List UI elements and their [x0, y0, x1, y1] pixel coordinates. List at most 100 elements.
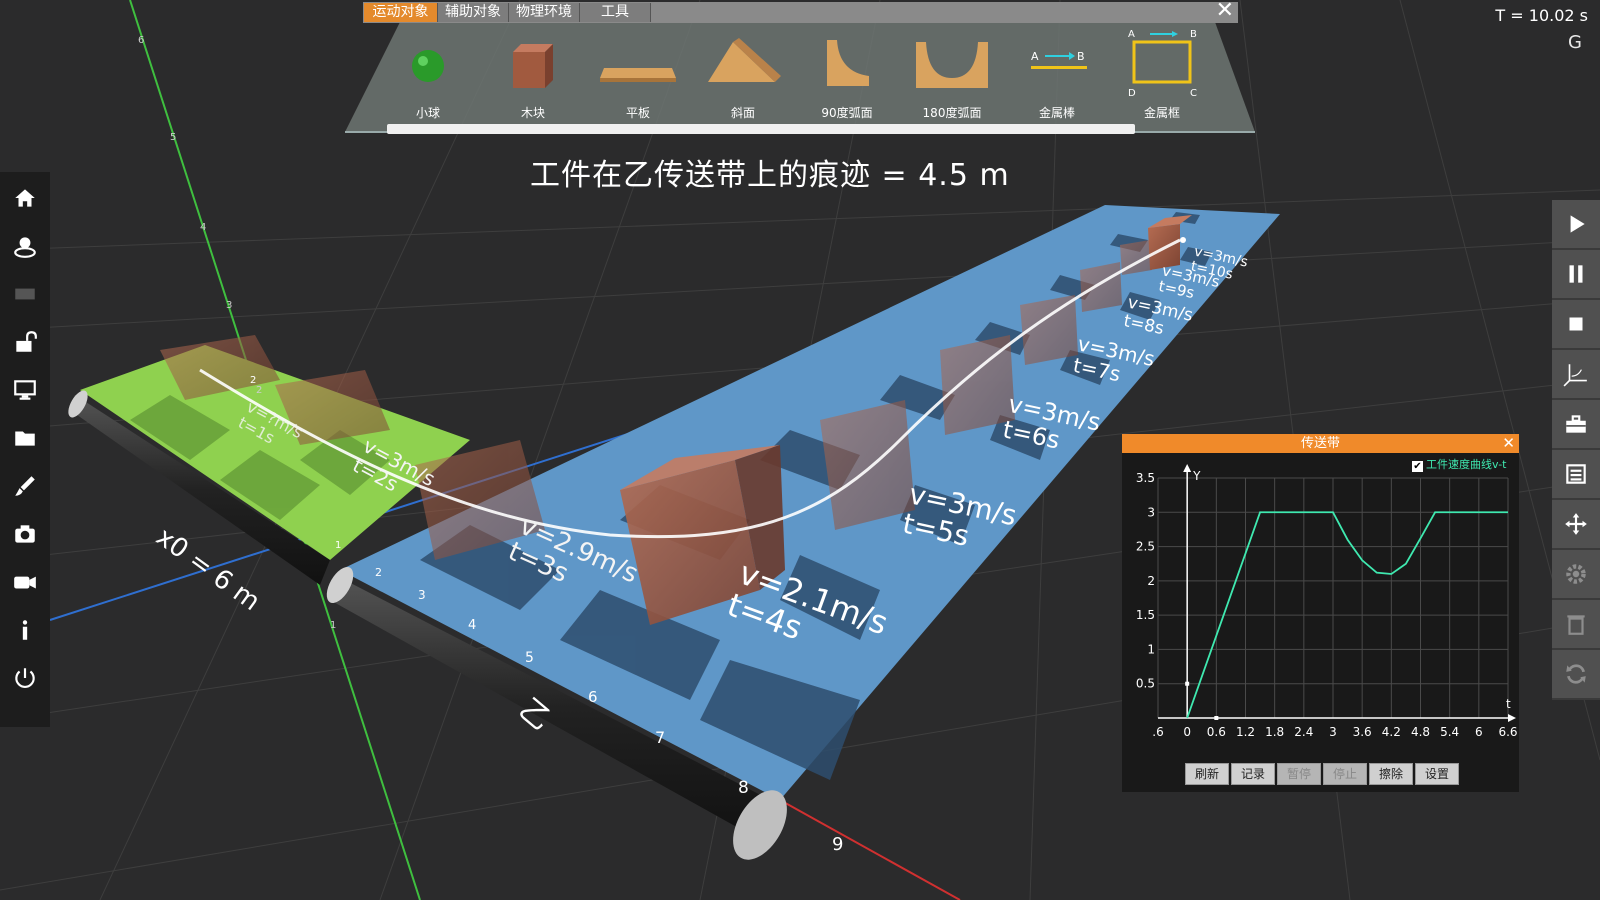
- monitor-icon: [14, 380, 36, 400]
- folder-button[interactable]: [0, 414, 50, 462]
- toolbox-button[interactable]: [1552, 400, 1600, 450]
- library-item-metal-rod[interactable]: A B 金属棒: [1007, 30, 1107, 122]
- delete-button[interactable]: [1552, 600, 1600, 650]
- video-icon: [14, 576, 36, 589]
- gravity-label: G: [1568, 32, 1582, 53]
- stop-button[interactable]: [1552, 300, 1600, 350]
- play-icon: [1570, 215, 1585, 233]
- library-item-ball[interactable]: 小球: [378, 30, 478, 122]
- x-tick-label: 4.2: [1382, 725, 1401, 739]
- list-button[interactable]: [1552, 450, 1600, 500]
- brush-button[interactable]: [0, 462, 50, 510]
- chart-window[interactable]: 传送带 ✕ Yt 0.5 1 1.5 2 2.5 3 3.5 .6 0 0.6 1.2 1.8 2.4 3 3…: [1122, 434, 1519, 792]
- tab-helper-objects[interactable]: 辅助对象: [438, 3, 509, 22]
- library-item-label: 小球: [415, 106, 440, 120]
- film-button[interactable]: [0, 270, 50, 318]
- ruler-b-tick: 9: [832, 834, 844, 855]
- page-title: 工件在乙传送带上的痕迹 = 4.5 m: [530, 158, 1010, 193]
- axis-3d-button[interactable]: [1552, 350, 1600, 400]
- user-icon: [14, 237, 36, 258]
- ruler-b-tick: 5: [525, 650, 534, 666]
- x-tick-label: 3.6: [1353, 725, 1372, 739]
- move-button[interactable]: [1552, 500, 1600, 550]
- library-item-arc-90[interactable]: 90度弧面: [797, 30, 897, 122]
- x-tick-label: 4.8: [1411, 725, 1430, 739]
- x-tick-label: 1.2: [1236, 725, 1255, 739]
- x-tick-label: 0: [1183, 725, 1191, 739]
- library-item-plank[interactable]: 平板: [588, 30, 688, 122]
- camera-button[interactable]: [0, 510, 50, 558]
- ruler-b-tick: 7: [655, 728, 666, 747]
- svg-text:B: B: [1190, 30, 1197, 40]
- chart-legend[interactable]: ✔ 工件速度曲线v-t: [1412, 456, 1516, 472]
- ruler-b-tick: 3: [418, 588, 426, 602]
- trajectory-endpoint: [1180, 237, 1186, 243]
- y-tick-label: 0.5: [1136, 677, 1155, 691]
- monitor-button[interactable]: [0, 366, 50, 414]
- tab-tools[interactable]: 工具: [580, 3, 651, 22]
- library-tabbar: 运动对象 辅助对象 物理环境 工具 ✕: [363, 0, 1238, 23]
- reset-button[interactable]: [1552, 650, 1600, 700]
- y-axis-label: Y: [1192, 469, 1201, 483]
- library-item-label: 金属棒: [1038, 106, 1075, 120]
- library-item-label: 90度弧面: [821, 106, 873, 120]
- chart-close-button[interactable]: ✕: [1502, 434, 1515, 453]
- user-button[interactable]: [0, 222, 50, 270]
- time-readout: T = 10.02 s: [1495, 6, 1588, 25]
- library-item-label: 木块: [520, 106, 545, 120]
- x-tick-label: 0.6: [1207, 725, 1226, 739]
- play-button[interactable]: [1552, 200, 1600, 250]
- axis-tick: 1: [330, 620, 337, 631]
- ruler-b-tick: 4: [468, 618, 477, 633]
- chart-pause-button[interactable]: 暂停: [1277, 763, 1321, 785]
- tab-physics-env[interactable]: 物理环境: [509, 3, 580, 22]
- chart-settings-button[interactable]: 设置: [1415, 763, 1459, 785]
- axis-tick: 2: [256, 385, 263, 396]
- y-tick-label: 2: [1147, 574, 1155, 588]
- x-tick-label: 5.4: [1440, 725, 1459, 739]
- library-close-button[interactable]: ✕: [1216, 0, 1234, 22]
- y-tick-label: 1.5: [1136, 608, 1155, 622]
- library-item-label: 平板: [625, 106, 650, 120]
- svg-text:B: B: [1077, 50, 1085, 63]
- chart-clear-button[interactable]: 擦除: [1369, 763, 1413, 785]
- library-scrollbar[interactable]: [387, 124, 1135, 134]
- chart-stop-button[interactable]: 停止: [1323, 763, 1367, 785]
- info-icon: [22, 620, 28, 640]
- info-button[interactable]: [0, 606, 50, 654]
- axis-red: [779, 799, 961, 900]
- unlock-icon: [16, 331, 37, 352]
- library-item-incline[interactable]: 斜面: [693, 30, 793, 122]
- x-axis-label: t: [1506, 697, 1511, 711]
- y-tick-label: 3.5: [1136, 471, 1155, 485]
- metal-frame-icon: A B C D: [1128, 30, 1197, 99]
- unlock-button[interactable]: [0, 318, 50, 366]
- vt-chart: Yt 0.5 1 1.5 2 2.5 3 3.5 .6 0 0.6 1.2 1.8 2.4 3 3.6 4.2 4…: [1136, 464, 1518, 739]
- arc-180-icon: [916, 42, 988, 88]
- chart-window-title[interactable]: 传送带: [1122, 434, 1519, 453]
- legend-checkbox[interactable]: ✔: [1412, 461, 1423, 472]
- incline-icon: [708, 38, 781, 82]
- ball-icon: [412, 50, 444, 82]
- home-button[interactable]: [0, 174, 50, 222]
- toolbox-icon: [1566, 415, 1586, 433]
- chart-refresh-button[interactable]: 刷新: [1185, 763, 1229, 785]
- chart-record-button[interactable]: 记录: [1231, 763, 1275, 785]
- x-tick-label: 1.8: [1265, 725, 1284, 739]
- power-button[interactable]: [0, 654, 50, 702]
- pause-button[interactable]: [1552, 250, 1600, 300]
- svg-text:D: D: [1128, 88, 1136, 99]
- axis-3d-icon: [1563, 364, 1587, 387]
- camera-icon: [15, 525, 35, 543]
- left-toolbar: [0, 172, 50, 727]
- library-item-wood-block[interactable]: 木块: [483, 30, 583, 122]
- ruler-b-tick: 2: [375, 566, 382, 579]
- plank-icon: [600, 68, 676, 82]
- video-button[interactable]: [0, 558, 50, 606]
- tab-motion-objects[interactable]: 运动对象: [364, 3, 438, 22]
- library-item-metal-frame[interactable]: A B C D 金属框: [1112, 30, 1212, 122]
- gear-icon: [1566, 564, 1586, 584]
- x-tick-label: 6.6: [1498, 725, 1517, 739]
- settings-button[interactable]: [1552, 550, 1600, 600]
- library-item-arc-180[interactable]: 180度弧面: [902, 30, 1002, 122]
